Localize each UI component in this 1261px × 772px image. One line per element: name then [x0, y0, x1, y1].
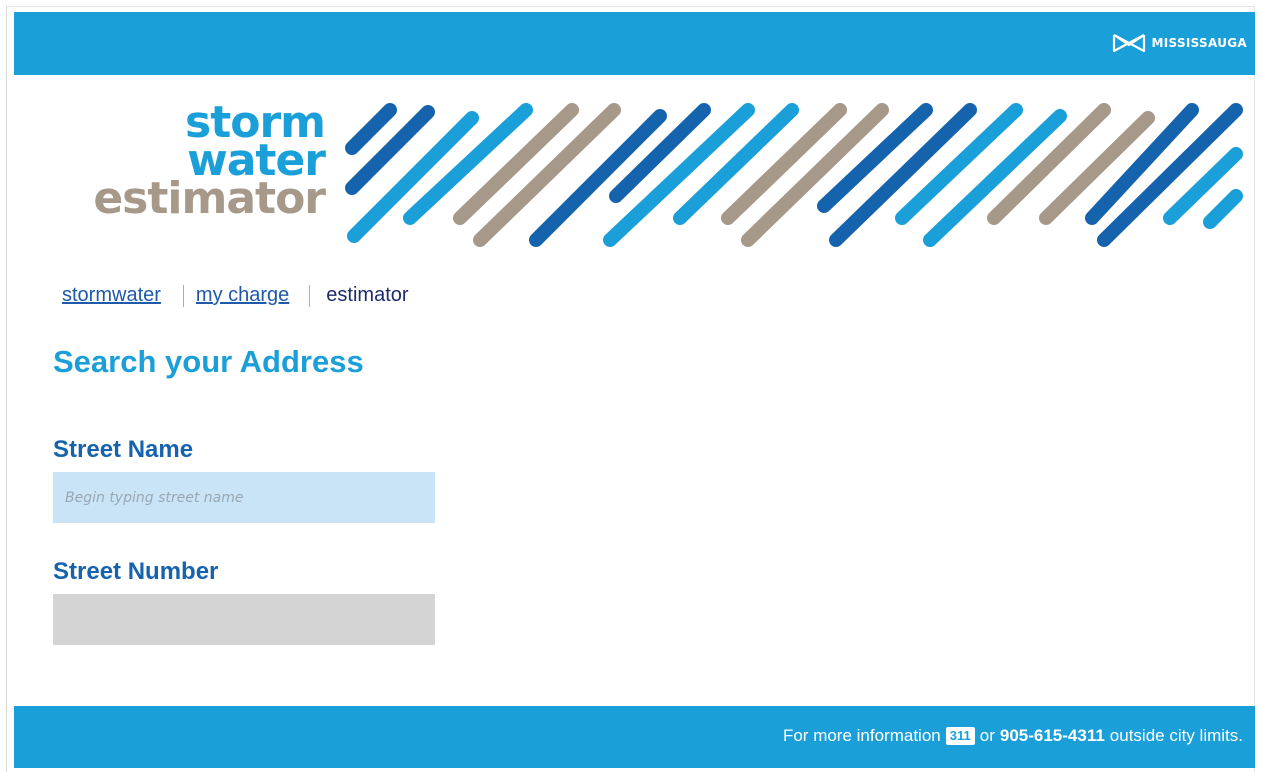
footer-prefix: For more information [782, 726, 941, 745]
brand-name: MISSISSAUGA [1151, 36, 1247, 50]
storm-water-estimator-logo: storm water estimator [93, 101, 326, 224]
nav-link-my-charge[interactable]: my charge [196, 284, 289, 307]
nav-link-stormwater[interactable]: stormwater [62, 284, 161, 307]
nav-current-estimator: estimator [326, 284, 409, 306]
street-number-label: Street Number [53, 558, 219, 585]
logo-line-estimator: estimator [93, 173, 326, 224]
footer-suffix: outside city limits. [1109, 726, 1243, 745]
street-name-input[interactable] [53, 472, 435, 523]
footer-banner: For more information 311 or 905-615-4311… [14, 706, 1255, 768]
city-brand[interactable]: MISSISSAUGA [1112, 31, 1247, 55]
street-name-label: Street Name [53, 436, 194, 463]
page-title: Search your Address [53, 344, 364, 379]
footer-phone[interactable]: 905-615-4311 [1000, 726, 1105, 746]
street-number-input[interactable] [53, 594, 435, 645]
mississauga-logo-icon [1112, 34, 1145, 53]
breadcrumb-nav: stormwater my charge estimator [62, 284, 409, 307]
badge-311[interactable]: 311 [945, 727, 975, 745]
top-banner: MISSISSAUGA [14, 12, 1255, 75]
footer-or: or [979, 726, 995, 745]
nav-divider [182, 284, 184, 307]
nav-divider [309, 284, 311, 307]
logo-stripes-graphic [345, 103, 1243, 247]
footer-contact-info: For more information 311 or 905-615-4311… [783, 726, 1243, 746]
